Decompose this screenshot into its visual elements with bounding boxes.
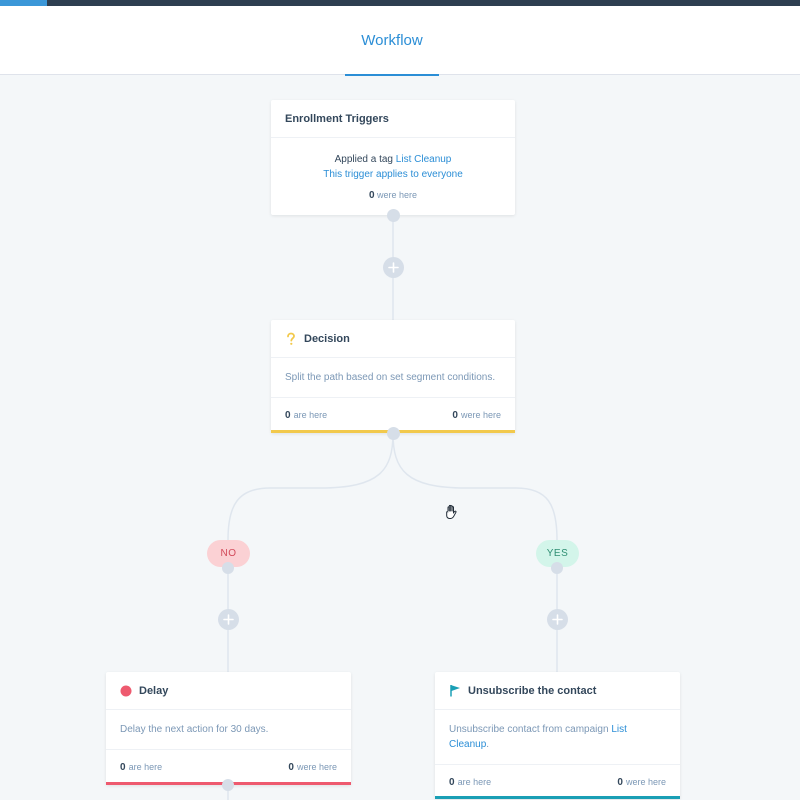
unsubscribe-footer: 0 are here 0 were here bbox=[435, 764, 680, 799]
trigger-count-row: 0 were here bbox=[285, 188, 501, 203]
delay-card[interactable]: Delay Delay the next action for 30 days.… bbox=[106, 672, 351, 785]
enrollment-triggers-card[interactable]: Enrollment Triggers Applied a tag List C… bbox=[271, 100, 515, 215]
connector-decision-no bbox=[227, 432, 394, 541]
unsubscribe-desc-prefix: Unsubscribe contact from campaign bbox=[449, 724, 609, 735]
trigger-count: 0 bbox=[368, 190, 375, 201]
delay-title: Delay bbox=[139, 684, 169, 697]
unsubscribe-are-count: 0 bbox=[449, 776, 455, 788]
plus-icon bbox=[552, 614, 563, 625]
decision-were-label: were here bbox=[460, 409, 501, 420]
unsubscribe-are-label: are here bbox=[457, 776, 492, 787]
trigger-line-1: Applied a tag List Cleanup bbox=[285, 152, 501, 167]
red-dot-icon bbox=[120, 685, 132, 697]
plus-icon bbox=[223, 614, 234, 625]
unsubscribe-were-here: 0 were here bbox=[617, 777, 666, 788]
unsubscribe-card[interactable]: Unsubscribe the contact Unsubscribe cont… bbox=[435, 672, 680, 799]
unsubscribe-title: Unsubscribe the contact bbox=[468, 684, 597, 697]
delay-are-label: are here bbox=[128, 761, 163, 772]
delay-were-here: 0 were here bbox=[288, 762, 337, 773]
trigger-count-label: were here bbox=[377, 190, 418, 200]
branch-yes-label: YES bbox=[546, 548, 569, 559]
decision-description: Split the path based on set segment cond… bbox=[285, 372, 496, 383]
enrollment-triggers-body: Applied a tag List Cleanup This trigger … bbox=[271, 138, 515, 215]
plus-icon bbox=[388, 262, 399, 273]
decision-were-count: 0 bbox=[452, 409, 458, 421]
delay-description: Delay the next action for 30 days. bbox=[120, 724, 269, 735]
unsubscribe-were-label: were here bbox=[625, 776, 666, 787]
enrollment-triggers-title: Enrollment Triggers bbox=[285, 112, 389, 125]
decision-output-dot[interactable] bbox=[387, 427, 400, 440]
unsubscribe-are-here: 0 are here bbox=[449, 777, 491, 788]
decision-are-here: 0 are here bbox=[285, 410, 327, 421]
trigger-output-dot[interactable] bbox=[387, 209, 400, 222]
delay-are-count: 0 bbox=[120, 761, 126, 773]
flag-icon bbox=[449, 685, 461, 697]
decision-were-here: 0 were here bbox=[452, 410, 501, 421]
branch-yes-dot[interactable] bbox=[551, 562, 563, 574]
add-step-button-yes[interactable] bbox=[547, 609, 568, 630]
decision-title: Decision bbox=[304, 332, 350, 345]
delay-are-here: 0 are here bbox=[120, 762, 162, 773]
decision-are-count: 0 bbox=[285, 409, 291, 421]
add-step-button-1[interactable] bbox=[383, 257, 404, 278]
trigger-tag-link[interactable]: List Cleanup bbox=[396, 154, 452, 165]
trigger-prefix: Applied a tag bbox=[334, 154, 393, 165]
unsubscribe-header: Unsubscribe the contact bbox=[435, 672, 680, 710]
question-mark-icon bbox=[285, 332, 297, 345]
unsubscribe-desc-suffix: . bbox=[486, 739, 490, 750]
delay-were-count: 0 bbox=[288, 761, 294, 773]
unsubscribe-description: Unsubscribe contact from campaign List C… bbox=[435, 710, 680, 764]
branch-no-label: NO bbox=[220, 548, 237, 559]
decision-card[interactable]: Decision Split the path based on set seg… bbox=[271, 320, 515, 433]
branch-no-dot[interactable] bbox=[222, 562, 234, 574]
delay-header: Delay bbox=[106, 672, 351, 710]
unsubscribe-accent-bar bbox=[435, 796, 680, 799]
delay-were-label: were here bbox=[296, 761, 337, 772]
enrollment-triggers-header: Enrollment Triggers bbox=[271, 100, 515, 138]
unsubscribe-were-count: 0 bbox=[617, 776, 623, 788]
delay-output-dot[interactable] bbox=[222, 779, 234, 791]
decision-header: Decision bbox=[271, 320, 515, 358]
grab-hand-icon bbox=[444, 503, 460, 526]
decision-are-label: are here bbox=[293, 409, 328, 420]
connector-decision-yes bbox=[392, 432, 558, 541]
trigger-applies-link[interactable]: This trigger applies to everyone bbox=[285, 167, 501, 182]
add-step-button-no[interactable] bbox=[218, 609, 239, 630]
